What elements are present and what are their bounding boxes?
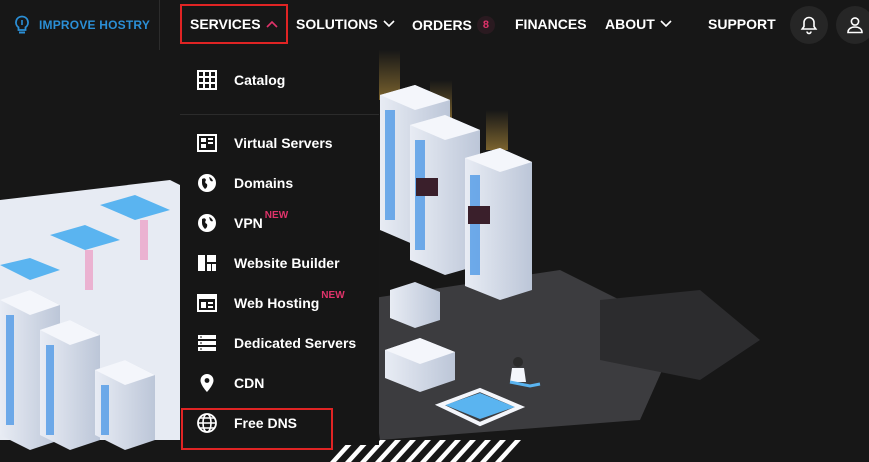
nav-orders-label: ORDERS [412,17,472,33]
orders-count-badge: 8 [476,16,495,34]
nav-about[interactable]: ABOUT [605,16,672,32]
menu-item-cdn[interactable]: CDN [196,372,264,394]
nav-solutions-label: SOLUTIONS [296,16,378,32]
menu-item-label: VPN [234,215,263,231]
notifications-button[interactable] [790,6,828,44]
menu-item-vpn[interactable]: VPN NEW [196,209,289,234]
lightbulb-icon [15,15,29,34]
user-icon [847,17,863,34]
map-pin-icon [200,374,214,392]
server-stack-icon [198,335,216,351]
nav-about-label: ABOUT [605,16,655,32]
services-dropdown-menu: Catalog Virtual Servers Domains VPN NEW [180,50,379,445]
menu-item-catalog[interactable]: Catalog [196,69,285,91]
nav-finances[interactable]: FINANCES [515,16,587,32]
menu-item-label: CDN [234,375,265,391]
browser-window-icon [197,294,217,312]
chevron-down-icon [383,20,395,28]
nav-finances-label: FINANCES [515,16,587,32]
new-badge: NEW [264,209,289,221]
menu-item-virtual-servers[interactable]: Virtual Servers [196,132,333,154]
top-navigation: IMPROVE HOSTRY SERVICES SOLUTIONS ORDERS… [0,0,869,50]
server-card-icon [197,134,217,152]
layout-icon [198,255,216,271]
nav-orders[interactable]: ORDERS 8 [412,16,495,34]
server-towers-right [380,85,532,300]
account-button[interactable] [836,6,869,44]
menu-item-web-hosting[interactable]: Web Hosting NEW [196,289,345,314]
nav-solutions[interactable]: SOLUTIONS [296,16,395,32]
menu-item-label: Website Builder [234,255,340,271]
grid-icon [197,70,217,90]
nav-support[interactable]: SUPPORT [708,16,776,32]
chevron-down-icon [660,20,672,28]
nav-support-label: SUPPORT [708,16,776,32]
menu-item-label: Catalog [234,72,286,88]
new-badge: NEW [321,289,345,301]
menu-item-label: Web Hosting [234,295,320,311]
menu-item-website-builder[interactable]: Website Builder [196,252,340,274]
brand-name: IMPROVE HOSTRY [39,18,151,32]
free-dns-highlight-box [181,408,333,450]
bell-icon [800,16,818,35]
menu-divider [180,114,379,115]
globe-icon [198,174,216,192]
menu-item-domains[interactable]: Domains [196,172,293,194]
globe-icon [198,214,216,232]
menu-item-label: Domains [234,175,294,191]
menu-item-label: Virtual Servers [234,135,333,151]
menu-item-dedicated-servers[interactable]: Dedicated Servers [196,332,356,354]
divider [159,0,160,50]
menu-item-label: Dedicated Servers [234,335,357,351]
nav-services-label: SERVICES [190,16,261,32]
hero-illustration [0,50,760,462]
nav-services[interactable]: SERVICES [190,16,278,32]
chevron-up-icon [265,20,278,28]
brand-logo[interactable]: IMPROVE HOSTRY [14,15,150,35]
